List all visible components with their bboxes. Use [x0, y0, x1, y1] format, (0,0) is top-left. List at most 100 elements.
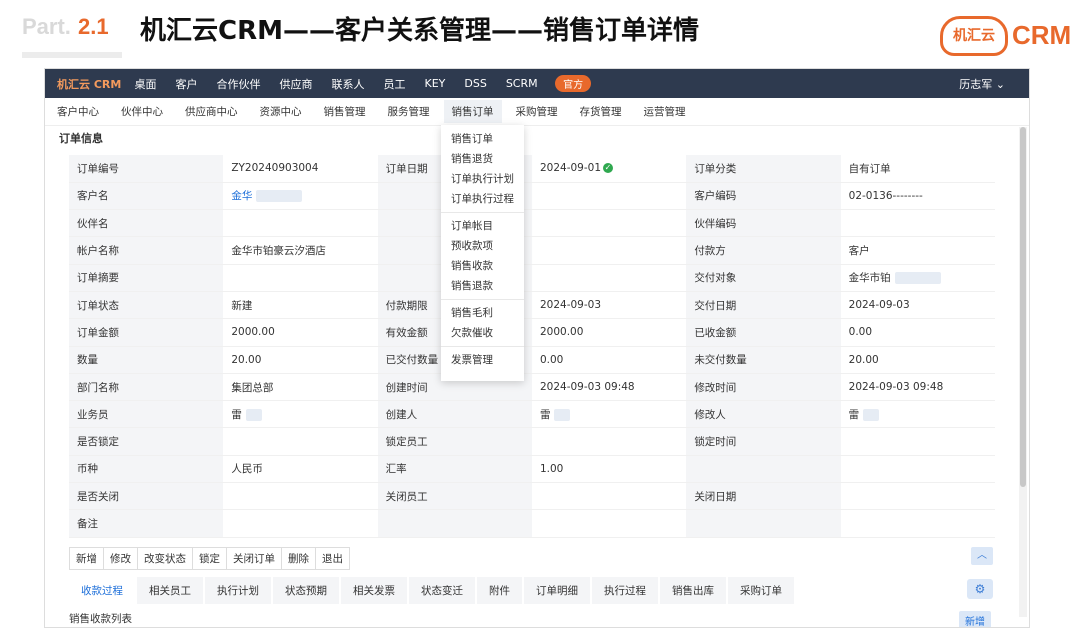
menu-invoice-mgmt[interactable]: 发票管理: [441, 350, 524, 370]
redacted-mask: [245, 408, 262, 421]
field-label: 汇率: [377, 455, 532, 484]
menu-arrears-collection[interactable]: 欠款催收: [441, 323, 524, 343]
table-row: 伙伴名 伙伴编码: [69, 209, 995, 238]
field-label: 订单分类: [686, 155, 841, 183]
field-label: 客户编码: [686, 182, 841, 211]
field-value: 金华: [223, 182, 378, 211]
menu-sales-receipt[interactable]: 销售收款: [441, 256, 524, 276]
menu-sales-order[interactable]: 销售订单: [441, 129, 524, 149]
receipt-list-title: 销售收款列表: [69, 613, 132, 625]
field-value: [223, 427, 378, 456]
scrollbar-thumb[interactable]: [1020, 127, 1026, 487]
field-label: [686, 509, 841, 538]
subnav-supplier-center[interactable]: 供应商中心: [185, 104, 238, 119]
edit-button[interactable]: 修改: [103, 547, 138, 570]
subnav-service-mgmt[interactable]: 服务管理: [388, 104, 430, 119]
field-label: 未交付数量: [686, 346, 841, 374]
brand-logo: 机汇云 CRM: [940, 16, 1076, 58]
table-row: 帐户名称 金华市铂豪云汐酒店 付款方 客户: [69, 236, 995, 265]
redacted-mask: [863, 408, 880, 421]
close-order-button[interactable]: 关闭订单: [226, 547, 282, 570]
nav-contact[interactable]: 联系人: [322, 76, 374, 92]
tab-status-change[interactable]: 状态变迁: [409, 577, 475, 604]
chevron-up-icon[interactable]: ︿: [971, 547, 993, 565]
list-add-button[interactable]: 新增: [959, 611, 991, 627]
subnav-purchase-mgmt[interactable]: 采购管理: [516, 104, 558, 119]
field-value: 自有订单: [840, 155, 995, 183]
tab-exec-process[interactable]: 执行过程: [592, 577, 658, 604]
brand-crm-text: CRM: [1012, 20, 1072, 50]
field-label: 是否锁定: [69, 427, 224, 456]
change-status-button[interactable]: 改变状态: [137, 547, 193, 570]
nav-key[interactable]: KEY: [415, 77, 455, 90]
tab-order-detail[interactable]: 订单明细: [524, 577, 590, 604]
field-value: 新建: [223, 291, 378, 320]
menu-advance-receipt[interactable]: 预收款项: [441, 236, 524, 256]
tab-status-expect[interactable]: 状态预期: [273, 577, 339, 604]
scrollbar[interactable]: [1019, 127, 1027, 617]
field-value: [531, 509, 687, 538]
sub-navigation: 客户中心 伙伴中心 供应商中心 资源中心 销售管理 服务管理 销售订单 采购管理…: [45, 98, 1029, 126]
field-value: 雷: [223, 400, 378, 429]
field-value: [840, 482, 995, 511]
tab-exec-plan[interactable]: 执行计划: [205, 577, 271, 604]
nav-scrm[interactable]: SCRM: [496, 77, 547, 90]
field-label: 交付对象: [686, 264, 841, 292]
tab-related-invoice[interactable]: 相关发票: [341, 577, 407, 604]
menu-sales-return[interactable]: 销售退货: [441, 149, 524, 169]
menu-gross-profit[interactable]: 销售毛利: [441, 303, 524, 323]
field-value: [531, 209, 687, 238]
menu-order-exec-plan[interactable]: 订单执行计划: [441, 169, 524, 189]
user-menu[interactable]: 历志军 ⌄: [959, 76, 1005, 92]
nav-supplier[interactable]: 供应商: [270, 76, 322, 92]
action-bar: 新增 修改 改变状态 锁定 关闭订单 删除 退出: [69, 547, 350, 570]
field-value: [531, 182, 687, 211]
crm-app-window: 机汇云 CRM 桌面 客户 合作伙伴 供应商 联系人 员工 KEY DSS SC…: [44, 68, 1030, 628]
tab-attachment[interactable]: 附件: [477, 577, 522, 604]
tab-sales-outbound[interactable]: 销售出库: [660, 577, 726, 604]
lock-button[interactable]: 锁定: [192, 547, 227, 570]
app-logo: 机汇云 CRM: [57, 77, 122, 91]
field-label: 关闭日期: [686, 482, 841, 511]
subnav-sales-order[interactable]: 销售订单: [443, 100, 502, 123]
exit-button[interactable]: 退出: [315, 547, 350, 570]
menu-sales-refund[interactable]: 销售退款: [441, 276, 524, 296]
field-value: ZY20240903004: [223, 155, 378, 183]
field-value: 2024-09-03 09:48: [840, 373, 995, 402]
menu-order-exec-process[interactable]: 订单执行过程: [441, 189, 524, 209]
subnav-resource-center[interactable]: 资源中心: [260, 104, 302, 119]
tab-related-staff[interactable]: 相关员工: [137, 577, 203, 604]
subnav-partner-center[interactable]: 伙伴中心: [121, 104, 163, 119]
add-button[interactable]: 新增: [69, 547, 104, 570]
subnav-customer-center[interactable]: 客户中心: [57, 104, 99, 119]
subnav-sales-mgmt[interactable]: 销售管理: [324, 104, 366, 119]
subnav-inventory-mgmt[interactable]: 存货管理: [580, 104, 622, 119]
nav-partner[interactable]: 合作伙伴: [207, 76, 270, 92]
field-label: 订单编号: [69, 155, 224, 183]
gear-icon[interactable]: ⚙: [967, 579, 993, 599]
field-value: 2000.00: [223, 318, 378, 347]
nav-desktop[interactable]: 桌面: [125, 76, 166, 92]
field-value: [531, 427, 687, 456]
delete-button[interactable]: 删除: [281, 547, 316, 570]
field-label: 订单金额: [69, 318, 224, 347]
field-value: 02-0136--------: [840, 182, 995, 211]
tab-purchase-order[interactable]: 采购订单: [728, 577, 794, 604]
nav-employee[interactable]: 员工: [374, 76, 415, 92]
field-value: 金华市铂: [840, 264, 995, 292]
tab-receipt-process[interactable]: 收款过程: [69, 577, 135, 604]
field-value: 人民币: [223, 455, 378, 484]
subnav-operation-mgmt[interactable]: 运营管理: [644, 104, 686, 119]
part-label: Part.: [22, 14, 71, 39]
field-label: 币种: [69, 455, 224, 484]
field-label: 订单摘要: [69, 264, 224, 292]
redacted-mask: [894, 272, 941, 285]
official-badge[interactable]: 官方: [555, 75, 592, 92]
field-label: 伙伴名: [69, 209, 224, 238]
top-navigation: 机汇云 CRM 桌面 客户 合作伙伴 供应商 联系人 员工 KEY DSS SC…: [45, 69, 1029, 98]
nav-dss[interactable]: DSS: [455, 77, 496, 90]
menu-order-account[interactable]: 订单帐目: [441, 216, 524, 236]
field-value: 客户: [840, 236, 995, 265]
field-value: [531, 482, 687, 511]
nav-customer[interactable]: 客户: [166, 76, 207, 92]
